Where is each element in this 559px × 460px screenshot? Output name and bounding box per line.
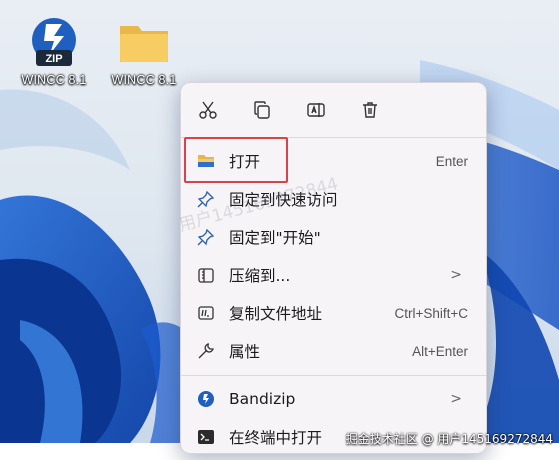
menu-item-label: 固定到"开始" <box>229 229 321 247</box>
desktop-icon-folder[interactable]: WINCC 8.1 <box>102 14 186 94</box>
desktop-icon-zip[interactable]: ZIP WINCC 8.1 <box>12 14 96 94</box>
copy-button[interactable] <box>235 83 289 137</box>
delete-button[interactable] <box>343 83 397 137</box>
menu-item-properties[interactable]: 属性 Alt+Enter <box>187 332 480 370</box>
menu-item-label: Bandizip <box>229 390 296 408</box>
terminal-icon <box>198 430 214 444</box>
menu-item-shortcut: Ctrl+Shift+C <box>394 305 468 321</box>
menu-item-pin-start[interactable]: 固定到"开始" <box>187 218 480 256</box>
bandizip-icon <box>198 391 214 407</box>
rename-button[interactable] <box>289 83 343 137</box>
separator <box>181 375 486 376</box>
rename-icon <box>307 103 325 117</box>
menu-item-shortcut: Enter <box>435 153 468 169</box>
menu-item-copy-path[interactable]: 复制文件地址 Ctrl+Shift+C <box>187 294 480 332</box>
wrench-icon <box>198 343 214 359</box>
menu-item-shortcut: Alt+Enter <box>412 343 468 359</box>
menu-item-label: 属性 <box>229 343 261 361</box>
svg-text:ZIP: ZIP <box>45 53 62 65</box>
path-icon <box>198 306 214 320</box>
desktop-icon-label: WINCC 8.1 <box>111 73 177 87</box>
cut-icon <box>199 101 217 119</box>
copy-icon <box>254 101 270 119</box>
folder-icon <box>114 14 174 70</box>
archive-icon <box>198 268 214 283</box>
delete-icon <box>363 102 377 118</box>
submenu-arrow: > <box>450 267 462 283</box>
zip-archive-icon: ZIP <box>24 14 84 70</box>
context-menu-toolbar <box>181 83 486 137</box>
menu-item-compress[interactable]: 压缩到... > <box>187 256 480 294</box>
menu-item-label: 压缩到... <box>229 267 291 285</box>
desktop-icon-label: WINCC 8.1 <box>21 73 87 87</box>
menu-item-label: 复制文件地址 <box>229 305 323 323</box>
credit-text: 掘金技术社区 @ 用户145169272844 <box>345 432 553 446</box>
menu-item-bandizip[interactable]: Bandizip > <box>187 380 480 418</box>
cut-button[interactable] <box>181 83 235 137</box>
highlight-box <box>184 137 288 183</box>
submenu-arrow: > <box>450 391 462 407</box>
